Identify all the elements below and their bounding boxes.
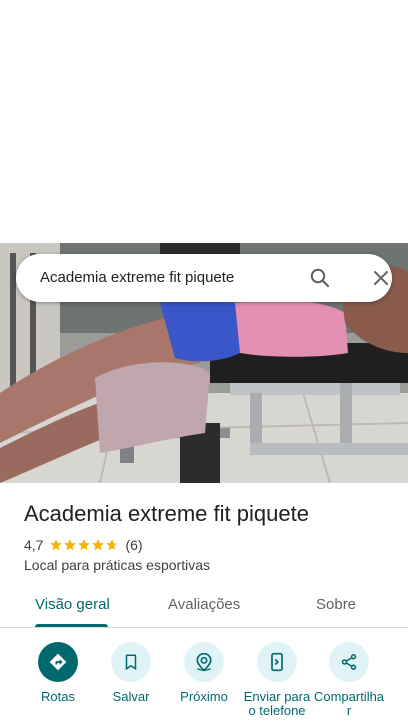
star-icon [78, 539, 91, 551]
save-label: Salvar [112, 689, 150, 704]
star-icon [64, 539, 77, 551]
directions-button[interactable]: Rotas [18, 642, 98, 704]
search-bar[interactable]: Academia extreme fit piquete [16, 254, 392, 302]
rating-value: 4,7 [24, 537, 44, 553]
place-category: Local para práticas esportivas [24, 557, 210, 573]
directions-label: Rotas [41, 689, 75, 704]
review-count[interactable]: (6) [125, 537, 142, 553]
share-icon[interactable] [329, 642, 369, 682]
star-rating [49, 538, 119, 552]
close-icon[interactable] [369, 266, 393, 290]
tab-reviews[interactable]: Avaliações [168, 596, 240, 613]
tab-bar: Visão geral Avaliações Sobre [0, 584, 408, 628]
rating-row[interactable]: 4,7 (6) [24, 536, 143, 554]
place-title: Academia extreme fit piquete [24, 501, 309, 526]
share-label: Compartilhar [313, 689, 385, 718]
send-to-phone-label: Enviar para o telefone [243, 689, 311, 718]
search-query[interactable]: Academia extreme fit piquete [40, 269, 234, 286]
send-to-phone-button[interactable]: Enviar para o telefone [237, 642, 317, 718]
tab-overview[interactable]: Visão geral [35, 596, 110, 613]
send-to-phone-icon[interactable] [257, 642, 297, 682]
star-icon [50, 539, 63, 551]
half-star-icon [106, 539, 119, 551]
active-tab-indicator [35, 624, 108, 627]
directions-icon[interactable] [38, 642, 78, 682]
star-icon [92, 539, 105, 551]
bookmark-icon[interactable] [111, 642, 151, 682]
search-icon[interactable] [308, 266, 332, 290]
nearby-icon[interactable] [184, 642, 224, 682]
tab-about[interactable]: Sobre [316, 596, 356, 613]
share-button[interactable]: Compartilhar [309, 642, 389, 718]
save-button[interactable]: Salvar [91, 642, 171, 704]
nearby-label: Próximo [180, 689, 228, 704]
nearby-button[interactable]: Próximo [164, 642, 244, 704]
map-area [0, 0, 408, 243]
action-bar: Rotas Salvar Próximo Enviar para o telef… [0, 640, 408, 726]
